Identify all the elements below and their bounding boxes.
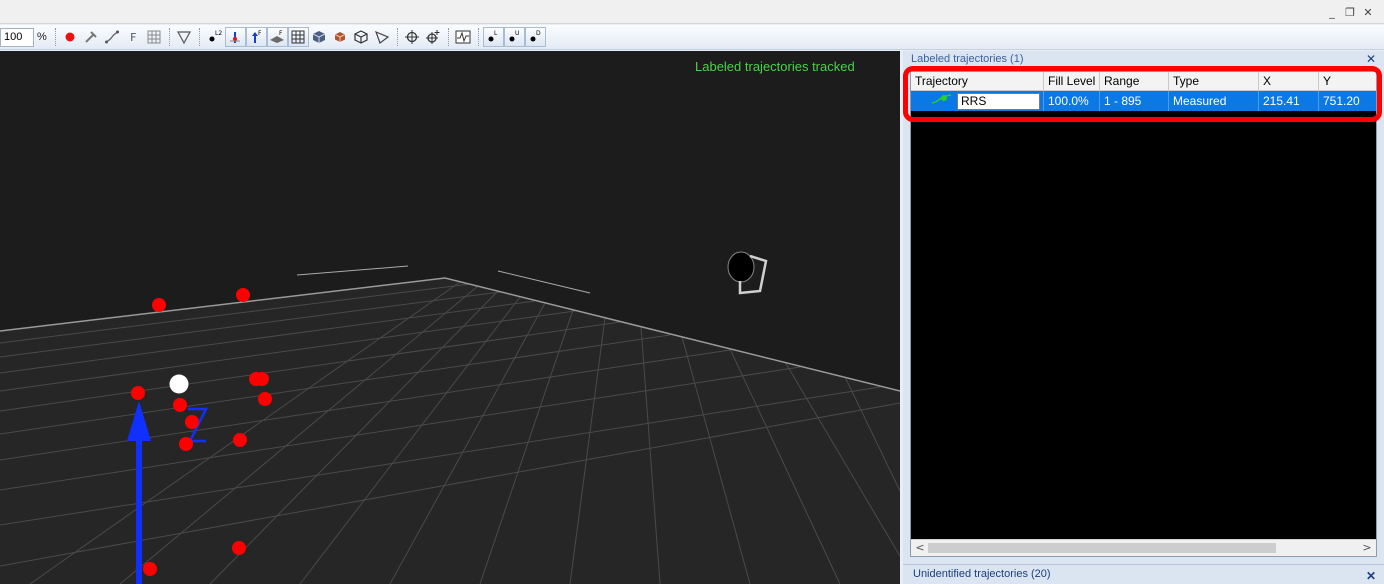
toolbar-separator: [447, 28, 449, 46]
marker[interactable]: [185, 415, 199, 429]
y-cell: 751.20: [1323, 94, 1360, 108]
close-icon[interactable]: ✕: [1366, 52, 1376, 66]
marker-l2-icon[interactable]: L2: [204, 27, 225, 47]
toolbar-separator: [198, 28, 200, 46]
range-cell: 1 - 895: [1100, 91, 1169, 111]
marker[interactable]: [179, 437, 193, 451]
hammer-icon[interactable]: [81, 27, 102, 47]
trajectory-color-icon: [931, 91, 953, 111]
toolbar: 100 % F L2 F F L U D: [0, 25, 1384, 50]
box-icon[interactable]: [330, 27, 351, 47]
force-icon[interactable]: F: [123, 27, 144, 47]
crosshair-plus-icon[interactable]: [423, 27, 444, 47]
3d-viewport[interactable]: Labeled trajectories tracked: [0, 51, 900, 584]
record-icon[interactable]: [60, 27, 81, 47]
labeled-panel-header: Labeled trajectories (1): [911, 53, 1024, 65]
svg-text:D: D: [536, 30, 541, 37]
close-icon[interactable]: ✕: [1366, 567, 1376, 584]
camera-cone-icon[interactable]: [372, 27, 393, 47]
waveform-icon[interactable]: [453, 27, 474, 47]
3d-scene[interactable]: [0, 51, 900, 584]
force-plate-icon[interactable]: F: [245, 27, 267, 47]
svg-text:F: F: [258, 30, 262, 37]
toolbar-separator: [477, 28, 479, 46]
axis-icon[interactable]: [224, 27, 246, 47]
grid-icon[interactable]: [144, 27, 165, 47]
table-row[interactable]: RRS 100.0% 1 - 895 Measured 215.41 751.2…: [911, 91, 1376, 111]
window-controls: _ ❐ ✕: [1326, 6, 1374, 19]
zoom-input[interactable]: 100: [0, 27, 34, 47]
camera-object[interactable]: [727, 251, 768, 295]
column-header[interactable]: Trajectory: [911, 72, 1044, 90]
scroll-thumb[interactable]: [928, 543, 1276, 553]
unidentified-panel-header[interactable]: Unidentified trajectories (20) ✕: [903, 564, 1384, 584]
marker[interactable]: [236, 288, 250, 302]
trajectory-name-input[interactable]: RRS: [957, 92, 1040, 110]
toolbar-separator: [168, 28, 170, 46]
marker[interactable]: [258, 392, 272, 406]
labeled-trajectories-panel: Labeled trajectories (1) ✕ Trajectory Fi…: [903, 51, 1384, 584]
label-d-icon[interactable]: D: [524, 27, 546, 47]
viewport-title: Labeled trajectories tracked: [695, 59, 855, 74]
column-header[interactable]: Fill Level: [1044, 72, 1100, 90]
trajectory-table[interactable]: Trajectory Fill Level Range Type X Y RRS…: [910, 71, 1377, 557]
marker[interactable]: [232, 541, 246, 555]
restore-icon[interactable]: ❐: [1344, 6, 1356, 19]
marker[interactable]: [233, 433, 247, 447]
x-cell: 215.41: [1259, 91, 1319, 111]
title-bar: _ ❐ ✕: [0, 0, 1384, 24]
toolbar-separator: [396, 28, 398, 46]
table-header: Trajectory Fill Level Range Type X Y: [911, 72, 1376, 91]
trajectory-cell[interactable]: RRS: [911, 91, 1044, 111]
marker[interactable]: [152, 298, 166, 312]
marker[interactable]: [255, 372, 269, 386]
crosshair-icon[interactable]: [402, 27, 423, 47]
close-icon[interactable]: ✕: [1362, 6, 1374, 19]
column-header[interactable]: Type: [1169, 72, 1259, 90]
marker[interactable]: [131, 386, 145, 400]
label-u-icon[interactable]: U: [503, 27, 525, 47]
trajectory-tool-icon[interactable]: [102, 27, 123, 47]
unidentified-panel-title: Unidentified trajectories (20): [913, 568, 1051, 580]
floor-icon[interactable]: F: [266, 27, 288, 47]
column-header[interactable]: Y: [1319, 72, 1376, 90]
svg-text:L: L: [494, 30, 498, 37]
grid-toggle-icon[interactable]: [287, 27, 309, 47]
column-header[interactable]: Range: [1100, 72, 1169, 90]
svg-text:U: U: [515, 30, 519, 37]
toolbar-separator: [54, 28, 56, 46]
fill-level-cell: 100.0%: [1044, 91, 1100, 111]
scroll-left-icon[interactable]: <: [913, 541, 927, 554]
selected-marker[interactable]: [169, 374, 189, 394]
type-cell: Measured: [1169, 91, 1259, 111]
zoom-unit: %: [37, 31, 47, 43]
scroll-right-icon[interactable]: >: [1360, 541, 1374, 554]
horizontal-scrollbar[interactable]: < >: [911, 539, 1376, 556]
filter-icon[interactable]: [174, 27, 195, 47]
cube-icon[interactable]: [309, 27, 330, 47]
column-header[interactable]: X: [1259, 72, 1319, 90]
marker[interactable]: [173, 398, 187, 412]
svg-text:L2: L2: [215, 30, 222, 37]
marker[interactable]: [143, 562, 157, 576]
label-l-icon[interactable]: L: [482, 27, 504, 47]
wire-cube-icon[interactable]: [351, 27, 372, 47]
svg-text:F: F: [279, 30, 283, 37]
minimize-icon[interactable]: _: [1326, 6, 1338, 19]
